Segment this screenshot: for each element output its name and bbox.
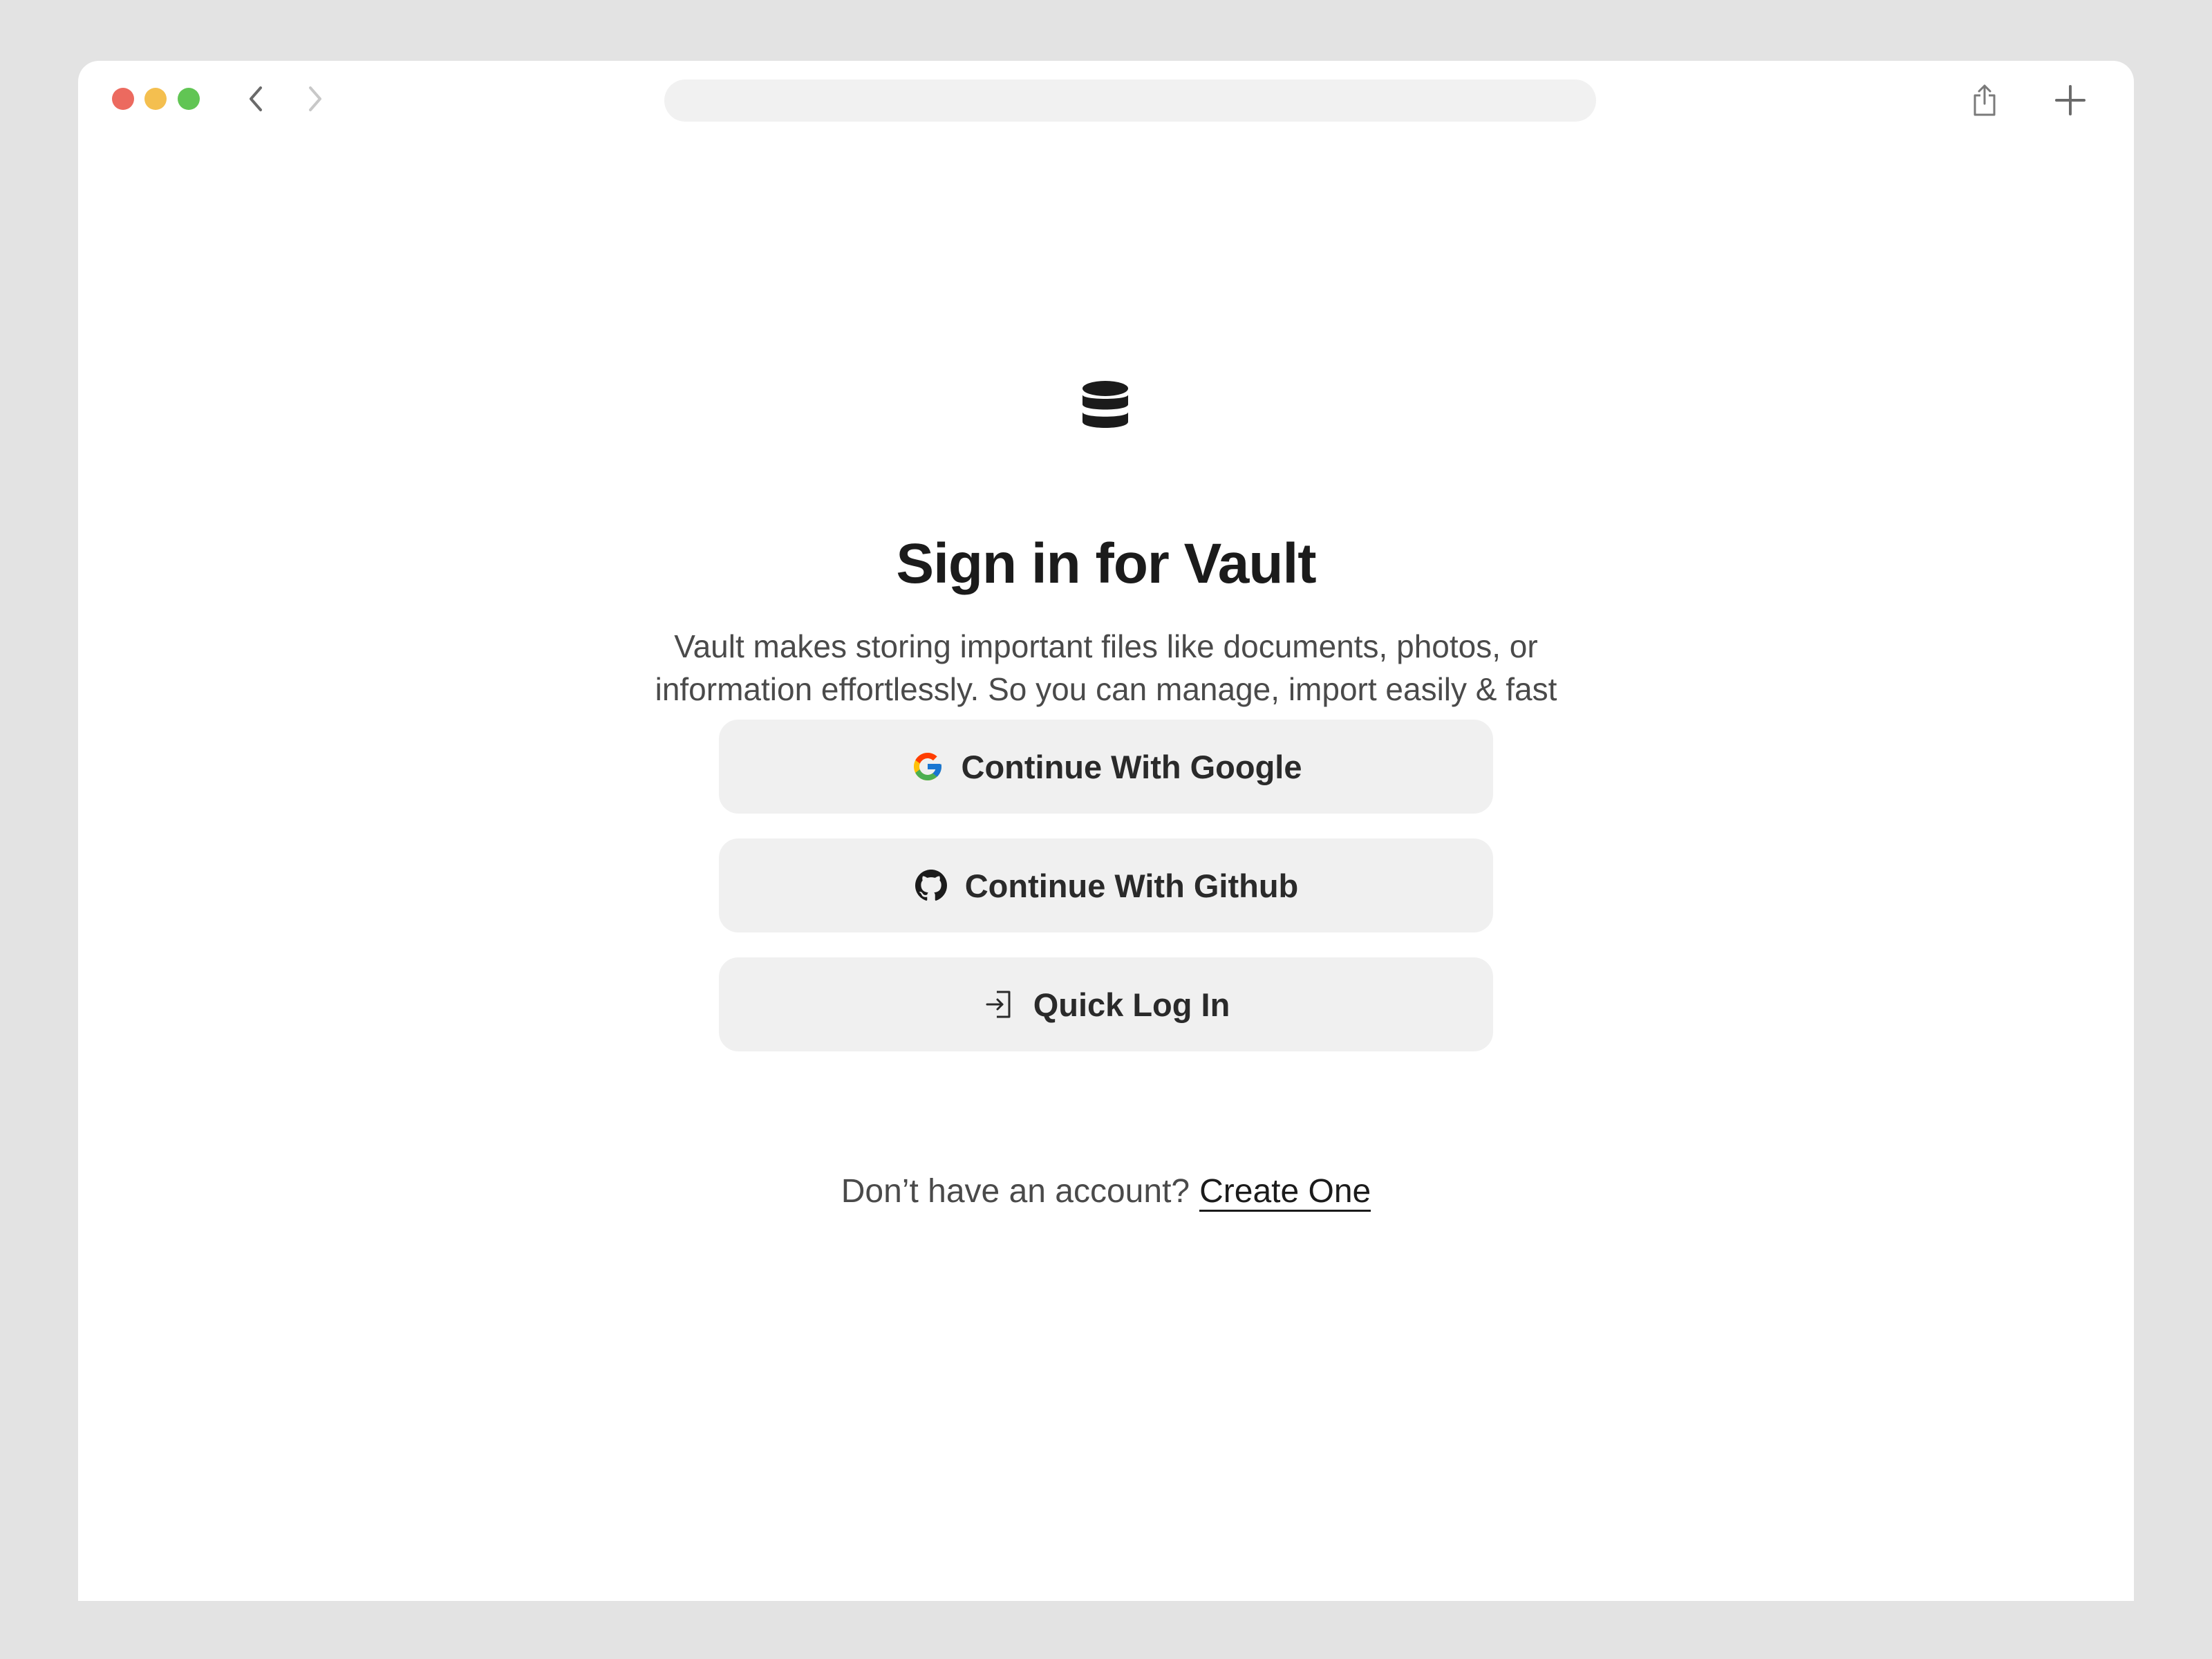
login-icon bbox=[982, 987, 1017, 1022]
subtitle-line-1: Vault makes storing important files like… bbox=[674, 628, 1538, 664]
browser-window: Sign in for Vault Vault makes storing im… bbox=[78, 61, 2134, 1601]
quick-log-in-button[interactable]: Quick Log In bbox=[719, 957, 1493, 1051]
continue-with-github-button[interactable]: Continue With Github bbox=[719, 838, 1493, 932]
google-button-label: Continue With Google bbox=[961, 748, 1302, 785]
sign-in-page: Sign in for Vault Vault makes storing im… bbox=[78, 61, 2134, 1601]
google-icon bbox=[910, 749, 945, 784]
page-subtitle: Vault makes storing important files like… bbox=[588, 625, 1624, 711]
quick-log-in-label: Quick Log In bbox=[1033, 986, 1230, 1023]
github-icon bbox=[914, 868, 948, 903]
github-button-label: Continue With Github bbox=[964, 867, 1299, 904]
continue-with-google-button[interactable]: Continue With Google bbox=[719, 720, 1493, 814]
database-icon bbox=[1082, 381, 1128, 428]
signup-prompt-text: Don’t have an account? bbox=[841, 1173, 1190, 1210]
signup-prompt: Don’t have an account? Create One bbox=[78, 1170, 2134, 1214]
create-account-link[interactable]: Create One bbox=[1199, 1173, 1371, 1212]
page-title: Sign in for Vault bbox=[896, 532, 1316, 595]
subtitle-line-2: information effortlessly. So you can man… bbox=[655, 671, 1557, 707]
